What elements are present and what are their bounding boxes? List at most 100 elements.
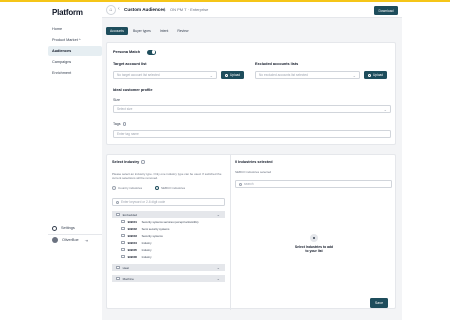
selected-search-placeholder: search xyxy=(244,182,254,186)
list-item[interactable]: 999003 Security systems xyxy=(112,232,225,239)
radio-country-label: Country industries xyxy=(118,186,143,190)
radio-sebco-label: SEBCO industries xyxy=(161,186,186,190)
industry-title-text: Select Industry xyxy=(112,160,140,164)
upload-icon xyxy=(224,73,228,77)
list-item[interactable]: 999005 Industry xyxy=(112,246,225,253)
user-row[interactable]: OliverBoe ⇥ xyxy=(48,234,102,246)
download-button[interactable]: Download xyxy=(374,6,398,15)
row-checkbox[interactable] xyxy=(121,233,125,238)
row-checkbox[interactable] xyxy=(121,247,125,252)
user-name: OliverBoe xyxy=(62,238,79,242)
industry-code: 999001 xyxy=(127,219,137,224)
chevron-down-icon: ⌄ xyxy=(209,73,213,78)
size-select[interactable]: Select size ⌄ xyxy=(113,105,391,113)
ideal-profile-label: Ideal customer profile xyxy=(113,88,153,92)
tags-label: Tags xyxy=(113,122,126,126)
size-label: Size xyxy=(113,98,120,102)
industry-code: 999003 xyxy=(127,233,137,238)
industry-label: Industry xyxy=(141,240,152,245)
size-placeholder: Select size xyxy=(117,107,133,111)
excluded-list-label: Excluded accounts lists xyxy=(255,62,299,66)
sidebar-item-label: Product Market ^ xyxy=(52,38,81,42)
industry-code: 999005 xyxy=(127,247,137,252)
row-checkbox[interactable] xyxy=(121,226,125,231)
row-checkbox[interactable] xyxy=(121,240,125,245)
sidebar: Platform Home Product Market ^ Audiences… xyxy=(48,2,102,254)
tags-label-text: Tags xyxy=(113,122,121,126)
avatar xyxy=(52,237,58,243)
list-item[interactable]: 999004 Industry xyxy=(112,239,225,246)
sidebar-item-label: Enrichment xyxy=(52,71,72,75)
group-name: Heat xyxy=(122,265,129,270)
settings-label: Settings xyxy=(61,226,75,230)
industry-code: 999002 xyxy=(127,226,137,231)
home-icon[interactable]: ⌂ xyxy=(106,5,116,15)
industry-card: Select Industry Please select an industr… xyxy=(106,154,396,310)
target-list-label: Target account list xyxy=(113,62,147,66)
tab-intent[interactable]: Intent xyxy=(156,27,172,35)
empty-state-icon xyxy=(310,234,318,242)
sidebar-item-home[interactable]: Home xyxy=(48,24,102,34)
row-checkbox[interactable] xyxy=(121,219,125,224)
tab-review[interactable]: Review xyxy=(173,27,192,35)
tab-buyer-types[interactable]: Buyer types xyxy=(129,27,155,35)
empty-state-line2: to your list xyxy=(305,249,323,254)
chevron-down-icon[interactable]: ⌄ xyxy=(217,212,220,217)
list-item[interactable]: 999006 Industry xyxy=(112,253,225,260)
group-checkbox[interactable] xyxy=(116,212,120,217)
info-icon[interactable] xyxy=(141,160,145,164)
group-name: Embedded xyxy=(122,212,138,217)
sidebar-item-enrichment[interactable]: Enrichment xyxy=(48,68,102,78)
settings-link[interactable]: Settings xyxy=(48,222,102,234)
sidebar-item-product-market[interactable]: Product Market ^ xyxy=(48,35,102,45)
industry-list: Embedded ⌄ 999001 Security systems servic… xyxy=(112,211,225,282)
upload-label: Upload xyxy=(372,73,384,77)
industry-group[interactable]: Heat ⌄ xyxy=(112,264,225,271)
industry-search-placeholder: Enter keyword or 2-6 digit code xyxy=(121,200,166,204)
info-icon[interactable] xyxy=(122,122,126,126)
target-list-select[interactable]: No target account list selected ⌄ xyxy=(113,71,217,79)
excluded-list-select[interactable]: No excluded accounts list selected ⌄ xyxy=(255,71,360,79)
industry-title: Select Industry xyxy=(112,160,145,164)
industry-code: 999006 xyxy=(127,254,137,259)
radio-country-industries[interactable] xyxy=(112,186,116,190)
list-item[interactable]: 999001 Security systems services (except … xyxy=(112,218,225,225)
industry-group[interactable]: Machine ⌄ xyxy=(112,275,225,282)
sidebar-item-label: Audiences xyxy=(52,49,72,53)
back-icon[interactable]: ‹ xyxy=(118,6,120,12)
app-logo: Platform xyxy=(52,8,83,17)
radio-sebco-industries[interactable] xyxy=(155,186,159,190)
tags-input[interactable]: Enter tag name xyxy=(113,130,391,138)
selected-search-input[interactable]: search xyxy=(235,180,392,188)
sidebar-nav: Home Product Market ^ Audiences Campaign… xyxy=(48,24,102,79)
selected-subtitle: SEBCO industries selected xyxy=(235,170,272,174)
page-header: ⌂ ‹ Custom Audiences | ON PM T · Enterpr… xyxy=(102,2,402,18)
persona-match-toggle[interactable] xyxy=(147,49,156,55)
persona-match-label: Persona Match xyxy=(113,50,141,54)
upload-excluded-button[interactable]: Upload xyxy=(364,71,387,79)
sidebar-item-label: Campaigns xyxy=(52,60,72,64)
industry-search-input[interactable]: Enter keyword or 2-6 digit code xyxy=(112,198,225,206)
upload-icon xyxy=(367,73,371,77)
sidebar-item-campaigns[interactable]: Campaigns xyxy=(48,57,102,67)
chevron-down-icon[interactable]: ⌄ xyxy=(217,276,220,281)
row-checkbox[interactable] xyxy=(121,254,125,259)
group-checkbox[interactable] xyxy=(116,265,120,270)
save-button[interactable]: Save xyxy=(370,298,388,308)
main-area: ⌂ ‹ Custom Audiences | ON PM T · Enterpr… xyxy=(102,2,402,320)
chevron-down-icon[interactable]: ⌄ xyxy=(217,265,220,270)
industry-code: 999004 xyxy=(127,240,137,245)
list-item[interactable]: 999002 Semi security systems xyxy=(112,225,225,232)
logout-icon[interactable]: ⇥ xyxy=(85,238,88,243)
industry-group[interactable]: Embedded ⌄ xyxy=(112,211,225,218)
selected-title: 0 Industries selected xyxy=(235,160,273,164)
group-checkbox[interactable] xyxy=(116,276,120,281)
sidebar-item-audiences[interactable]: Audiences xyxy=(48,46,102,56)
upload-target-button[interactable]: Upload xyxy=(221,71,244,79)
upload-label: Upload xyxy=(229,73,241,77)
group-name: Machine xyxy=(122,276,134,281)
column-divider xyxy=(230,155,231,310)
page-title: Custom Audiences xyxy=(124,7,166,12)
sidebar-item-label: Home xyxy=(52,27,63,31)
tab-accounts[interactable]: Accounts xyxy=(106,27,128,35)
